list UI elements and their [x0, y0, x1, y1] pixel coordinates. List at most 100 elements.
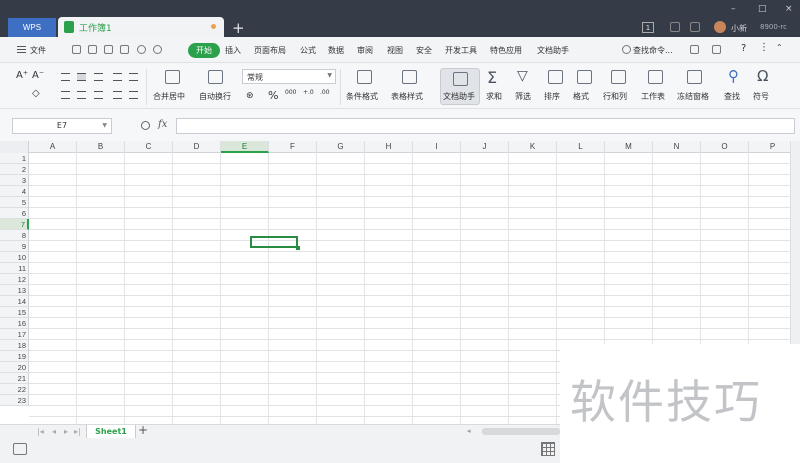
skin-icon[interactable] — [670, 22, 680, 32]
document-tab[interactable]: 工作簿1 — [58, 17, 224, 37]
merge-center-button[interactable]: 合并居中 — [153, 91, 185, 102]
tab-page-layout[interactable]: 页面布局 — [254, 45, 286, 56]
column-header[interactable]: E — [221, 141, 269, 153]
align-top-icon[interactable] — [61, 73, 70, 81]
row-header[interactable]: 23 — [0, 395, 29, 406]
row-header[interactable]: 3 — [0, 175, 29, 186]
number-format-select[interactable]: 常规 ▼ — [242, 69, 336, 84]
tab-formulas[interactable]: 公式 — [300, 45, 316, 56]
redo-icon[interactable] — [153, 45, 162, 54]
command-search[interactable]: 查找命令... — [633, 45, 673, 56]
close-button[interactable]: × — [785, 4, 793, 14]
row-header[interactable]: 15 — [0, 307, 29, 318]
maximize-button[interactable]: □ — [758, 4, 767, 14]
align-middle-icon[interactable] — [77, 73, 86, 81]
row-header[interactable]: 21 — [0, 373, 29, 384]
column-header[interactable]: A — [29, 141, 77, 153]
row-header[interactable]: 1 — [0, 153, 29, 164]
currency-icon[interactable]: ⊛ — [246, 91, 254, 101]
row-header[interactable]: 16 — [0, 318, 29, 329]
tab-data[interactable]: 数据 — [328, 45, 344, 56]
distributed-icon[interactable] — [129, 91, 138, 99]
symbol-button[interactable]: 符号 — [753, 91, 769, 102]
row-header[interactable]: 11 — [0, 263, 29, 274]
insert-function-button[interactable]: fx — [158, 119, 167, 130]
clear-format-icon[interactable]: ◇ — [32, 88, 40, 99]
search-icon[interactable] — [622, 45, 631, 54]
tab-developer[interactable]: 开发工具 — [445, 45, 477, 56]
row-header[interactable]: 5 — [0, 197, 29, 208]
row-header[interactable]: 8 — [0, 230, 29, 241]
row-header[interactable]: 6 — [0, 208, 29, 219]
tab-featured[interactable]: 特色应用 — [490, 45, 522, 56]
filter-button[interactable]: 筛选 — [515, 91, 531, 102]
prev-sheet-icon[interactable]: ◂ — [52, 427, 56, 436]
row-header[interactable]: 18 — [0, 340, 29, 351]
user-name[interactable]: 小新 — [731, 23, 747, 34]
row-header[interactable]: 10 — [0, 252, 29, 263]
horizontal-scrollbar[interactable] — [482, 428, 560, 435]
tab-insert[interactable]: 插入 — [225, 45, 241, 56]
collapse-ribbon-icon[interactable]: ⌃ — [776, 43, 783, 52]
align-center-icon[interactable] — [77, 91, 86, 99]
zoom-icon[interactable] — [141, 121, 150, 130]
next-sheet-icon[interactable]: ▸ — [64, 427, 68, 436]
column-header[interactable]: D — [173, 141, 221, 153]
scroll-left-icon[interactable]: ◂ — [467, 427, 471, 435]
worksheet-button[interactable]: 工作表 — [641, 91, 665, 102]
row-header[interactable]: 22 — [0, 384, 29, 395]
tab-start[interactable]: 开始 — [188, 43, 220, 58]
row-header[interactable]: 9 — [0, 241, 29, 252]
row-header[interactable]: 14 — [0, 296, 29, 307]
sort-button[interactable]: 排序 — [544, 91, 560, 102]
row-header[interactable]: 19 — [0, 351, 29, 362]
tab-doc-assistant[interactable]: 文档助手 — [537, 45, 569, 56]
print-icon[interactable] — [104, 45, 113, 54]
column-header[interactable]: C — [125, 141, 173, 153]
column-header[interactable]: O — [701, 141, 749, 153]
align-bottom-icon[interactable] — [94, 73, 103, 81]
column-header[interactable]: P — [749, 141, 790, 153]
collaborate-icon[interactable] — [712, 45, 721, 54]
column-header[interactable]: M — [605, 141, 653, 153]
doc-assistant-button[interactable]: 文档助手 — [440, 68, 480, 105]
column-header[interactable]: H — [365, 141, 413, 153]
name-box[interactable]: E7 ▼ — [12, 118, 112, 134]
more-icon[interactable]: ⋮ — [759, 42, 769, 53]
undo-icon[interactable] — [137, 45, 146, 54]
sum-button[interactable]: 求和 — [486, 91, 502, 102]
row-header[interactable]: 13 — [0, 285, 29, 296]
export-pdf-icon[interactable] — [88, 45, 97, 54]
align-right-icon[interactable] — [94, 91, 103, 99]
menu-icon[interactable] — [17, 46, 26, 53]
formula-input[interactable] — [176, 118, 795, 134]
row-header[interactable]: 2 — [0, 164, 29, 175]
normal-view-icon[interactable] — [541, 442, 555, 456]
rows-columns-button[interactable]: 行和列 — [603, 91, 627, 102]
percent-button[interactable]: % — [268, 89, 278, 102]
column-header[interactable]: L — [557, 141, 605, 153]
avatar[interactable] — [714, 21, 726, 33]
align-left-icon[interactable] — [61, 91, 70, 99]
active-cell[interactable] — [250, 236, 300, 250]
macro-record-icon[interactable] — [13, 443, 27, 455]
notification-count-badge[interactable]: 1 — [642, 22, 654, 33]
sheet-tab[interactable]: Sheet1 — [86, 425, 136, 439]
new-tab-button[interactable]: + — [232, 19, 245, 37]
save-icon[interactable] — [72, 45, 81, 54]
row-header[interactable]: 4 — [0, 186, 29, 197]
tab-view[interactable]: 视图 — [387, 45, 403, 56]
column-header[interactable]: K — [509, 141, 557, 153]
tab-security[interactable]: 安全 — [416, 45, 432, 56]
last-sheet-icon[interactable]: ▸| — [74, 427, 81, 436]
row-header[interactable]: 7 — [0, 219, 29, 230]
column-header[interactable]: N — [653, 141, 701, 153]
column-header[interactable]: I — [413, 141, 461, 153]
decimal-increase-button[interactable]: +.0 — [303, 89, 314, 96]
freeze-panes-button[interactable]: 冻结窗格 — [677, 91, 709, 102]
table-style-button[interactable]: 表格样式 — [391, 91, 423, 102]
find-button[interactable]: 查找 — [724, 91, 740, 102]
wps-home-button[interactable]: WPS — [8, 18, 56, 37]
select-all-corner[interactable] — [0, 141, 29, 153]
help-icon[interactable]: ? — [741, 43, 746, 54]
